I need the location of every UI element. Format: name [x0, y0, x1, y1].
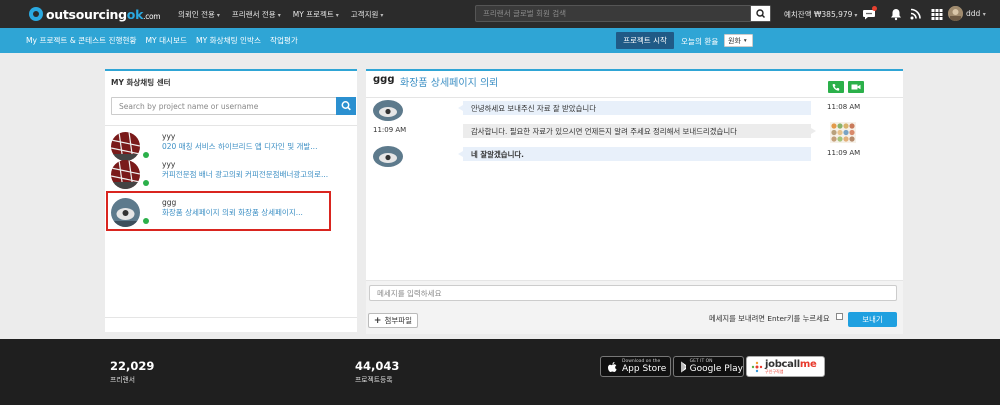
divider [366, 97, 903, 98]
chat-badge [872, 6, 877, 11]
chat-notification-button[interactable] [862, 6, 877, 21]
attach-file-button[interactable]: + 첨부파일 [368, 313, 418, 328]
message-outgoing: 감사합니다. 필요한 자료가 있으시면 언제든지 알려 주세요 정리해서 보내드… [463, 124, 816, 138]
room-avatar [111, 160, 140, 189]
subnav-dashboard[interactable]: MY 대시보드 [145, 35, 187, 46]
video-camera-icon [851, 84, 861, 90]
freelancer-search-input[interactable] [476, 6, 750, 21]
user-menu[interactable]: ddd ▾ [966, 9, 986, 18]
logo-mark-icon [29, 7, 43, 21]
nav-my-project-menu[interactable]: MY 프로젝트 ▾ [293, 9, 339, 20]
partner-avatar-image [373, 100, 403, 121]
message-time: 11:09 AM [373, 126, 407, 134]
google-play-button[interactable]: GET IT ON Google Play [673, 356, 744, 377]
online-indicator [143, 180, 149, 186]
room-username: ggg [162, 198, 177, 207]
google-play-icon [681, 361, 686, 372]
voice-call-button[interactable] [828, 81, 844, 93]
partner-avatar-image [373, 146, 403, 167]
sub-nav: My 프로젝트 & 콘테스트 진행현황 MY 대시보드 MY 화상채팅 인박스 … [26, 28, 307, 53]
deposit-balance-menu[interactable]: 예치잔액 ₩385,979 ▾ [784, 9, 857, 20]
notification-bell-button[interactable] [889, 7, 903, 21]
footer: 22,029 프리랜서 44,043 프로젝트등록 Download on th… [0, 339, 1000, 405]
partner-avatar [373, 146, 403, 167]
subnav-project-status[interactable]: My 프로젝트 & 콘테스트 진행현황 [26, 35, 136, 46]
jobcallme-button[interactable]: jobcallme 구인구직앱 [746, 356, 825, 377]
project-count: 44,043 프로젝트등록 [355, 359, 400, 384]
currency-select[interactable]: 원화 ▾ [724, 34, 753, 47]
room-avatar-image [111, 160, 140, 189]
search-icon [341, 101, 351, 111]
nav-freelancer-menu[interactable]: 프리랜서 전용 ▾ [232, 9, 281, 20]
room-preview: 020 매칭 서비스 하이브리드 앱 디자인 및 개발... [162, 142, 318, 151]
partner-avatar [373, 100, 403, 121]
sub-navbar: My 프로젝트 & 콘테스트 진행현황 MY 대시보드 MY 화상채팅 인박스 … [0, 28, 1000, 53]
chat-project-title[interactable]: 화장품 상세페이지 의뢰 [400, 74, 498, 89]
main-nav: 의뢰인 전용 ▾ 프리랜서 전용 ▾ MY 프로젝트 ▾ 고객지원 ▾ [178, 0, 395, 28]
divider [105, 125, 357, 126]
message-incoming: 안녕하세요 보내주신 자료 잘 받았습니다 [458, 101, 811, 115]
project-search [111, 97, 337, 115]
online-indicator [143, 218, 149, 224]
room-avatar-image [111, 132, 140, 161]
nav-client-menu[interactable]: 의뢰인 전용 ▾ [178, 9, 220, 20]
app-store-button[interactable]: Download on the App Store [600, 356, 671, 377]
bell-icon [891, 9, 901, 21]
room-avatar-image [111, 198, 140, 227]
exchange-rate-label: 오늘의 환율 [681, 37, 719, 46]
chat-conversation-panel: ggg 화장품 상세페이지 의뢰 안녕하세요 보내주신 자료 잘 받았습니다 1… [366, 69, 903, 334]
subnav-work-review[interactable]: 작업평가 [270, 35, 298, 46]
rss-icon [910, 8, 921, 20]
search-icon [756, 9, 766, 19]
message-incoming: 네 잘알겠습니다. [458, 147, 811, 161]
room-preview: 화장품 상세페이지 의뢰 화장품 상세페이지... [162, 208, 303, 217]
room-avatar [111, 198, 140, 227]
message-time: 11:08 AM [827, 103, 861, 111]
user-avatar-image [948, 6, 963, 21]
room-username: yyy [162, 160, 176, 169]
project-search-input[interactable] [112, 98, 337, 114]
online-indicator [143, 152, 149, 158]
plus-icon: + [373, 315, 382, 326]
room-username: yyy [162, 132, 176, 141]
freelancer-count: 22,029 프리랜서 [110, 359, 155, 384]
enter-to-send-label: 메세지를 보내려면 Enter키를 누르세요 [709, 314, 830, 323]
nav-support-menu[interactable]: 고객지원 ▾ [351, 9, 384, 20]
start-project-button[interactable]: 프로젝트 시작 [616, 32, 674, 49]
logo-text: outsourcingok.com [46, 6, 161, 22]
apple-icon [608, 361, 617, 372]
divider [105, 317, 357, 318]
jobcallme-tagline: 구인구직앱 [765, 369, 784, 374]
freelancer-search [475, 5, 771, 22]
phone-icon [832, 84, 840, 91]
app-grid-button[interactable] [930, 7, 944, 21]
grid-icon [931, 9, 943, 20]
top-navbar: outsourcingok.com 의뢰인 전용 ▾ 프리랜서 전용 ▾ MY 프로… [0, 0, 1000, 28]
project-search-button[interactable] [336, 97, 356, 115]
message-time: 11:09 AM [827, 149, 861, 157]
chat-list-title: MY 화상채팅 센터 [111, 78, 171, 87]
site-logo[interactable]: outsourcingok.com [29, 6, 161, 22]
chat-room-item[interactable]: yyy 커피전문점 배너 광고의뢰 커피전문점배너광고의로... [105, 159, 357, 196]
subnav-video-chat-inbox[interactable]: MY 화상채팅 인박스 [196, 35, 261, 46]
room-avatar [111, 132, 140, 161]
message-input[interactable] [369, 285, 897, 301]
chat-room-item-selected[interactable]: ggg 화장품 상세페이지 의뢰 화장품 상세페이지... [105, 197, 357, 234]
chat-partner-name: ggg [373, 74, 395, 85]
jobcallme-logo-icon [751, 361, 763, 372]
video-call-button[interactable] [848, 81, 864, 93]
chat-list-panel: MY 화상채팅 센터 yyy 020 매칭 서비스 하이브리드 앱 디자인 및 … [105, 69, 357, 332]
enter-to-send-checkbox[interactable] [836, 313, 843, 320]
send-button[interactable]: 보내기 [848, 312, 897, 327]
user-avatar[interactable] [948, 6, 963, 21]
my-avatar-image [830, 122, 856, 143]
rss-button[interactable] [909, 7, 923, 21]
room-preview: 커피전문점 배너 광고의뢰 커피전문점배너광고의로... [162, 170, 329, 179]
freelancer-search-button[interactable] [750, 6, 770, 21]
my-avatar [830, 122, 856, 143]
